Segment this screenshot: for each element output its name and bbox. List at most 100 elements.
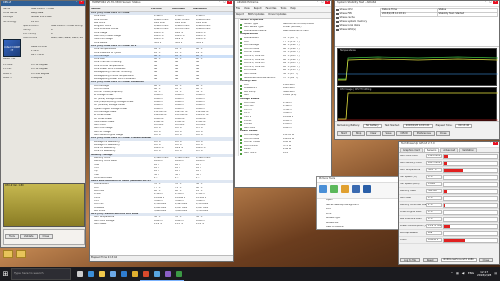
stability-title: System Stability Test - AIDA64 (337, 1, 377, 4)
close-icon[interactable]: × (79, 1, 84, 4)
checkbox[interactable] (336, 16, 339, 20)
checkbox[interactable] (336, 12, 339, 16)
edge-icon[interactable] (85, 267, 96, 281)
stress-option-label: Stress cache (339, 15, 355, 19)
cpuz-close-button[interactable]: Close (38, 234, 54, 239)
gpuz-sensor-graph-fill (444, 168, 464, 172)
aida64-icon[interactable] (140, 267, 151, 281)
col-sensor[interactable]: Sensor (91, 8, 151, 10)
toolbar-button[interactable]: Driver Updates (268, 13, 286, 17)
clock[interactable]: 12:17 2018/2/28 (477, 270, 491, 278)
cpuz-row-value: 8 MBytes (31, 76, 43, 79)
mail-icon[interactable] (118, 267, 129, 281)
preferences-button[interactable]: Preferences (412, 131, 435, 136)
toolbar-button[interactable]: Report (236, 13, 244, 17)
chrome-icon[interactable] (129, 267, 140, 281)
stress-option[interactable]: Stress GPU(s) (336, 28, 378, 32)
clear-button[interactable]: Clear (366, 131, 381, 136)
cast-icon[interactable] (352, 185, 360, 193)
test-started-value: 2018/2/28 12:03:21 (402, 123, 433, 129)
col-maximum[interactable]: Maximum (193, 8, 214, 10)
cpuz-icon[interactable] (162, 267, 173, 281)
explorer-icon[interactable] (96, 267, 107, 281)
hwinfo-titlebar: HWiNFO64 v5.70-3300 Sensor Status – □ × (90, 1, 233, 7)
gpuz-sensor-label: GPU Load (400, 196, 412, 199)
gpuz-sensor-value: Idle (426, 230, 442, 236)
rotate-icon[interactable] (319, 185, 327, 193)
stability-status-table: Date & Time Status 2018/2/28 12:03:21 Stab… (379, 7, 499, 46)
gpuz-sensor-graph-fill (444, 238, 466, 242)
gpuz-icon-glyph (175, 270, 182, 277)
hwinfo-icon[interactable] (151, 267, 162, 281)
stability-buttons: Start Stop Clear Save CPUID Preferences Close (337, 131, 497, 136)
store-icon[interactable] (107, 267, 118, 281)
tab-validation[interactable]: Validation (459, 148, 477, 152)
close-icon[interactable]: × (325, 1, 330, 4)
gpuz-titlebar: TechPowerUp GPU-Z 2.7.0 – × (399, 142, 499, 148)
checkbox[interactable] (336, 28, 339, 32)
gpuz-sensor-value: 101.3 MHz (426, 160, 442, 166)
close-button[interactable]: Close (478, 257, 494, 263)
taskbar-search[interactable]: Type here to search (11, 268, 71, 280)
gpuz-sensor-value: 0 % (426, 209, 442, 215)
chevron-up-icon[interactable]: ^ (451, 272, 453, 275)
hwinfo-elapsed-label: Elapsed Time (91, 256, 108, 259)
stop-button[interactable]: Stop (351, 131, 366, 136)
menu-item-view[interactable]: View (244, 7, 250, 11)
volume-icon[interactable]: ◀) (462, 272, 465, 275)
task-view-icon[interactable] (74, 267, 85, 281)
sensor-row[interactable]: GPU Power 11.9 % 11.3 % 13.4 % (90, 223, 233, 226)
close-icon[interactable]: × (493, 1, 498, 4)
menu-item-tools[interactable]: Tools (280, 7, 286, 11)
sensor-maximum: 13.4 % (196, 223, 205, 225)
tab-sensors[interactable]: Sensors (423, 148, 440, 152)
network-icon[interactable]: ▦ (456, 272, 459, 275)
col-minimum[interactable]: Minimum (172, 8, 193, 10)
notification-icon[interactable]: ▤ (494, 272, 497, 275)
hwinfo-title: HWiNFO64 v5.70-3300 Sensor Status (92, 1, 141, 4)
stress-option-label: Stress GPU(s) (339, 27, 356, 31)
battery-label: Remaining Battery: (337, 123, 360, 127)
hwinfo-sensor-list: CPU [#0]: Intel Core i7-7700K Core VIDs 1.… (90, 12, 233, 226)
close-icon[interactable]: × (493, 142, 498, 145)
input-language[interactable]: ENG (468, 272, 474, 275)
shield-icon[interactable] (363, 185, 371, 193)
log-to-file-checkbox[interactable]: Log to file (400, 257, 420, 263)
menu-item-report[interactable]: Report (254, 7, 262, 11)
context-menu-item[interactable]: Cast to Device (317, 226, 401, 229)
tab-graphics-card[interactable]: Graphics Card (400, 148, 423, 152)
checkbox[interactable] (336, 24, 339, 28)
gpuz-sensor-row: PerfCap Reason Idle (399, 230, 499, 237)
cpuid-button[interactable]: CPUID (396, 131, 412, 136)
gpuz-sensor-row: Fan Speed (%) 0 % (399, 174, 499, 181)
set-background-icon[interactable] (341, 185, 349, 193)
reset-button[interactable]: Reset (422, 257, 438, 263)
menu-item-file[interactable]: File (236, 7, 240, 11)
toolbar-button[interactable]: BIOS Updates (248, 13, 264, 17)
desktop-folder-icon[interactable] (3, 250, 13, 258)
start-button[interactable]: Start (337, 131, 351, 136)
slideshow-icon[interactable] (330, 185, 338, 193)
menu-item-favorites[interactable]: Favorites (266, 7, 277, 11)
gpuz-window: TechPowerUp GPU-Z 2.7.0 – × Graphics Card… (398, 141, 500, 265)
close-button[interactable]: Close (435, 131, 451, 136)
aida64-sensor-list: Sensor Properties Sensor Type Nuvoton NCT6… (239, 19, 331, 156)
close-icon[interactable]: × (227, 1, 232, 4)
temperature-graph: Temperatures (337, 48, 498, 86)
chrome-icon-glyph (131, 271, 138, 277)
cpuz-validate-button[interactable]: Validate (19, 234, 38, 239)
gpuz-title: TechPowerUp GPU-Z 2.7.0 (401, 142, 435, 145)
gpuz-icon[interactable] (173, 267, 184, 281)
desktop-folder-icon[interactable] (16, 250, 26, 258)
checkbox[interactable] (336, 20, 339, 24)
cpuz-tools-button[interactable]: Tools (5, 234, 19, 239)
stress-option-label: Stress local disks (339, 23, 361, 27)
col-current[interactable]: Current (151, 8, 172, 10)
save-button[interactable]: Save (381, 131, 396, 136)
checkbox[interactable] (336, 8, 339, 12)
windows-start-icon[interactable]: ⊞ (0, 267, 11, 281)
gpu-card-name[interactable]: NVIDIA GeForce GTX 1080 (440, 257, 477, 263)
sensor-row[interactable]: GPU TDP% 12% (239, 152, 331, 156)
menu-item-help[interactable]: Help (290, 7, 295, 11)
tab-advanced[interactable]: Advanced (440, 148, 459, 152)
